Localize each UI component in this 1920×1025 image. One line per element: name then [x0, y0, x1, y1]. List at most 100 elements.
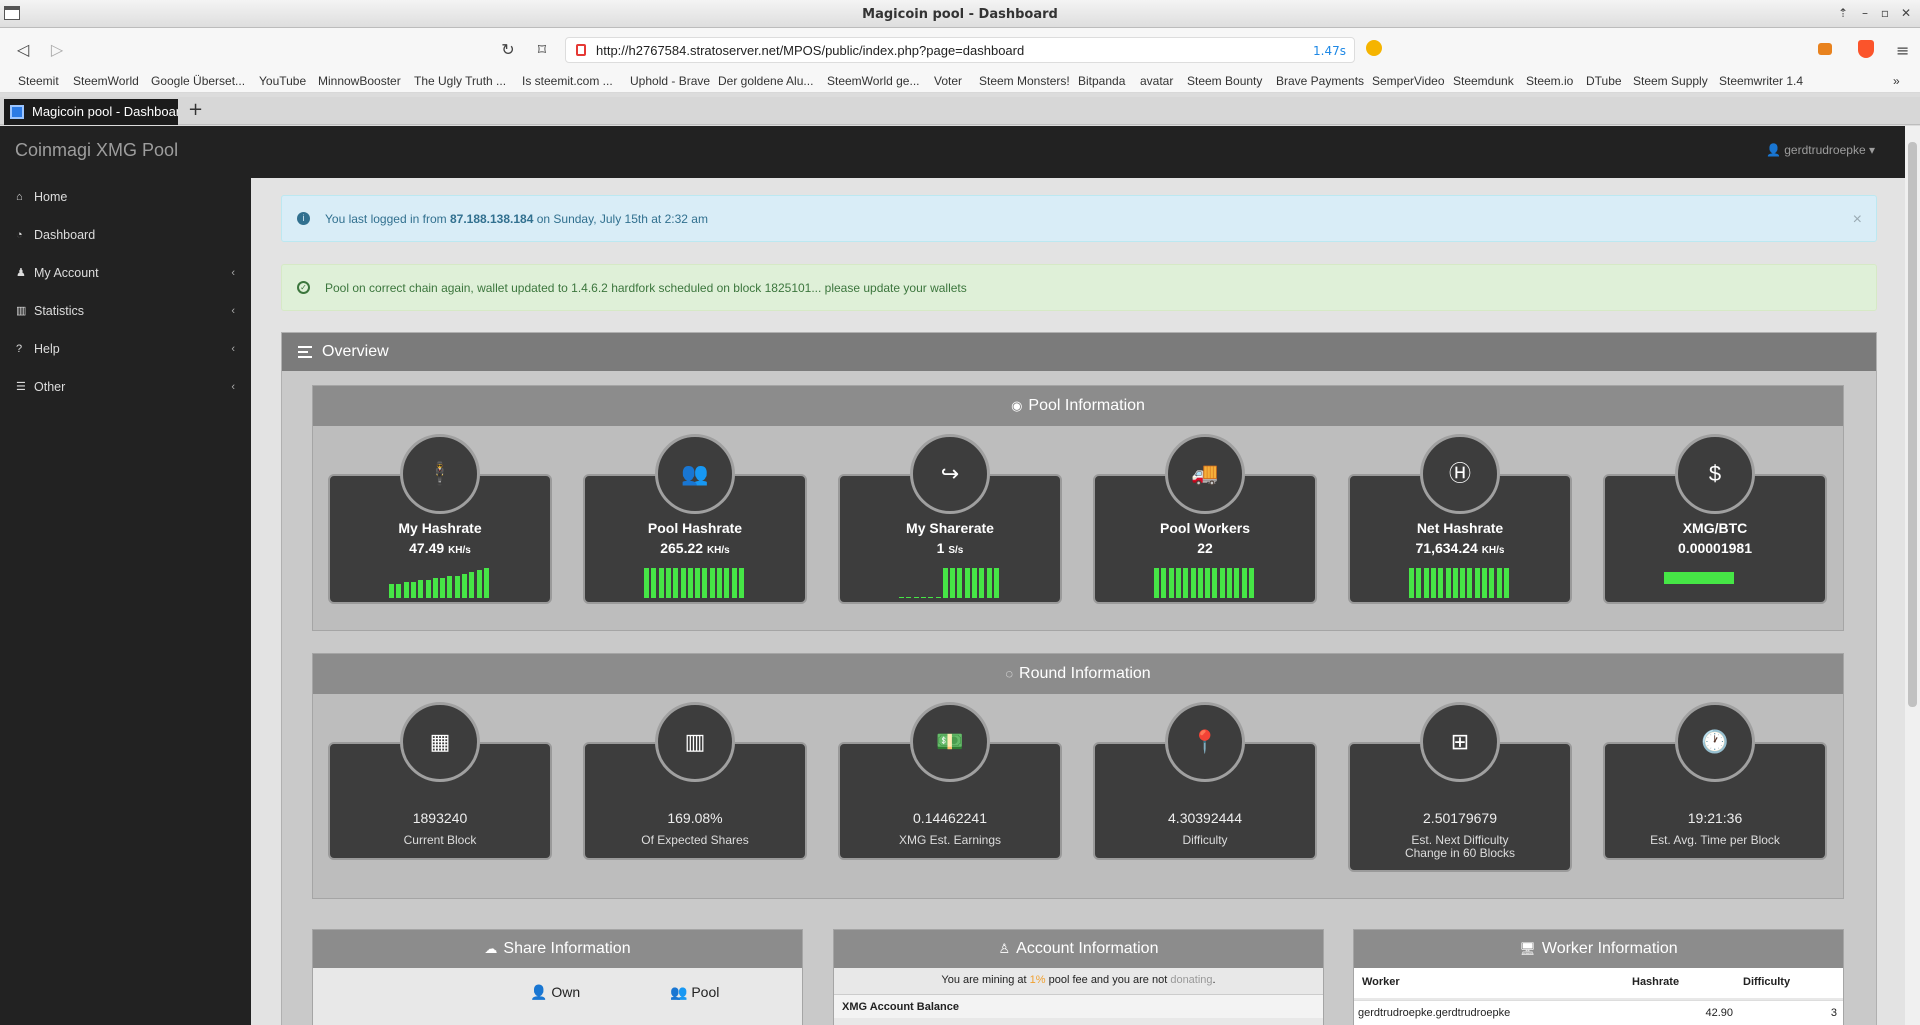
sparkline-bar [432, 578, 438, 598]
user-md-icon: ♙ [998, 941, 1011, 956]
url-text[interactable]: http://h2767584.stratoserver.net/MPOS/pu… [596, 43, 1024, 58]
page-scrollbar[interactable] [1905, 126, 1920, 1025]
sidebar-item-label: Other [34, 380, 66, 394]
sparkline-bar [979, 568, 985, 598]
window-close-button[interactable]: ✕ [1897, 5, 1915, 21]
address-bar[interactable]: http://h2767584.stratoserver.net/MPOS/pu… [565, 37, 1355, 63]
worker-information-panel: 🖥 Worker Information Worker Hashrate Diff… [1353, 929, 1844, 1025]
bookmark-item[interactable]: Der goldene Alu... [718, 74, 813, 88]
mining-fee-text: You are mining at 1% pool fee and you ar… [941, 974, 1216, 986]
window-minimize-button[interactable]: – [1856, 5, 1874, 21]
bookmark-item[interactable]: The Ugly Truth ... [414, 74, 506, 88]
sparkline-bar [440, 578, 446, 598]
bookmark-item[interactable]: Google Überset... [151, 74, 245, 88]
bookmark-item[interactable]: SteemWorld [73, 74, 139, 88]
sidebar-item-home[interactable]: ⌂ Home [0, 178, 251, 216]
sidebar-item-my-account[interactable]: ♟ My Account ‹ [0, 254, 251, 292]
bookmark-item[interactable]: Steemwriter 1.4 [1719, 74, 1803, 88]
tab-dashboard[interactable]: Magicoin pool - Dashboard [4, 99, 178, 125]
sparkline [644, 562, 748, 598]
login-ip: 87.188.138.184 [449, 212, 534, 226]
insecure-lock-icon[interactable] [576, 44, 586, 56]
worker-name: gerdtrudroepke.gerdtrudroepke [1358, 1007, 1511, 1019]
sparkline-bar [906, 597, 912, 598]
clock-icon: 🕐 [1675, 702, 1755, 782]
sparkline-bar [738, 568, 744, 598]
bookmark-icon[interactable]: ⌑ [531, 39, 553, 61]
bookmark-item[interactable]: MinnowBooster [318, 74, 401, 88]
login-suffix: on Sunday, July 15th at 2:32 am [533, 212, 708, 226]
sparkline-bar [993, 568, 999, 598]
sparkline-bar [957, 568, 963, 598]
card-label: My Hashrate [398, 520, 482, 536]
bookmark-item[interactable]: SteemWorld ge... [827, 74, 919, 88]
bookmark-item[interactable]: avatar [1140, 74, 1173, 88]
browser-menu-icon[interactable]: ≡ [1896, 41, 1909, 60]
sparkline-bar [709, 568, 715, 598]
bookmark-item[interactable]: Steem Monsters! [979, 74, 1070, 88]
card-value: 1893240 [412, 810, 468, 826]
sparkline-bar [1467, 568, 1473, 598]
extension-icon[interactable] [1818, 43, 1832, 55]
back-button[interactable]: ◁ [12, 39, 34, 61]
sparkline-bar [1183, 568, 1189, 598]
bookmark-item[interactable]: YouTube [259, 74, 306, 88]
sidebar-item-statistics[interactable]: ▥ Statistics ‹ [0, 292, 251, 330]
brave-shield-icon[interactable] [1858, 40, 1874, 58]
sidebar-item-other[interactable]: ☰ Other ‹ [0, 368, 251, 406]
bookmark-item[interactable]: DTube [1586, 74, 1622, 88]
card-label: Of Expected Shares [641, 833, 749, 847]
close-icon[interactable]: × [1853, 196, 1862, 243]
balance-label: XMG Account Balance [834, 994, 1323, 1018]
bookmark-item[interactable]: Is steemit.com ... [522, 74, 613, 88]
user-menu[interactable]: 👤 gerdtrudroepke ▾ [1766, 143, 1875, 157]
bookmark-item[interactable]: Brave Payments [1276, 74, 1364, 88]
reload-button[interactable]: ↻ [497, 39, 519, 61]
bookmark-item[interactable]: Voter [934, 74, 962, 88]
sparkline-bar [1474, 568, 1480, 598]
sparkline-bar [935, 597, 941, 598]
sparkline-bar [1205, 568, 1211, 598]
card-label: My Sharerate [906, 520, 994, 536]
donating-link[interactable]: donating [1170, 974, 1212, 986]
worker-difficulty: 3 [1830, 1007, 1837, 1019]
new-tab-button[interactable]: + [188, 99, 203, 120]
card-value: 19:21:36 [1687, 810, 1743, 826]
bookmark-item[interactable]: Steem.io [1526, 74, 1573, 88]
sparkline-bar [702, 568, 708, 598]
col-worker: Worker [1362, 976, 1400, 988]
sparkline-bar [1190, 568, 1196, 598]
chain-alert: ✓ Pool on correct chain again, wallet up… [281, 264, 1877, 311]
user-icon: 👤 [530, 984, 548, 1000]
window-up-icon[interactable]: ⇡ [1834, 5, 1852, 21]
bookmark-item[interactable]: Steemit [18, 74, 59, 88]
sidebar-item-help[interactable]: ? Help ‹ [0, 330, 251, 368]
sparkline-bar [1161, 568, 1167, 598]
window-maximize-button[interactable]: ▫ [1876, 5, 1894, 21]
bookmark-item[interactable]: Uphold - Brave [630, 74, 710, 88]
site-brand[interactable]: Coinmagi XMG Pool [15, 140, 178, 161]
card-label: Pool Hashrate [647, 520, 743, 536]
sparkline-bar [972, 568, 977, 598]
chevron-left-icon: ‹ [231, 381, 235, 393]
desktop-icon: 🖥 [1519, 941, 1536, 956]
bookmarks-overflow-icon[interactable]: » [1893, 74, 1900, 88]
card-label: Current Block [403, 833, 477, 847]
sidebar-item-dashboard[interactable]: ◔ Dashboard [0, 216, 251, 254]
sidebar: ⌂ Home ◔ Dashboard ♟ My Account ‹ ▥ Stat… [0, 178, 251, 1025]
forward-button[interactable]: ▷ [46, 39, 68, 61]
sparkline-bar [680, 568, 686, 598]
bookmark-item[interactable]: SemperVideo [1372, 74, 1445, 88]
sparkline-bar [1489, 568, 1495, 598]
bookmark-item[interactable]: Steem Bounty [1187, 74, 1262, 88]
bookmark-item[interactable]: Steem Supply [1633, 74, 1708, 88]
scrollbar-thumb[interactable] [1908, 142, 1917, 707]
bookmark-item[interactable]: Steemdunk [1453, 74, 1514, 88]
sidebar-item-label: Help [34, 342, 60, 356]
sparkline-bar [964, 568, 970, 598]
sparkline-bar [462, 574, 467, 598]
bookmark-item[interactable]: Bitpanda [1078, 74, 1125, 88]
rewards-icon[interactable] [1366, 40, 1382, 56]
worker-information-header: 🖥 Worker Information [1354, 930, 1843, 968]
sparkline-bar [389, 584, 394, 598]
